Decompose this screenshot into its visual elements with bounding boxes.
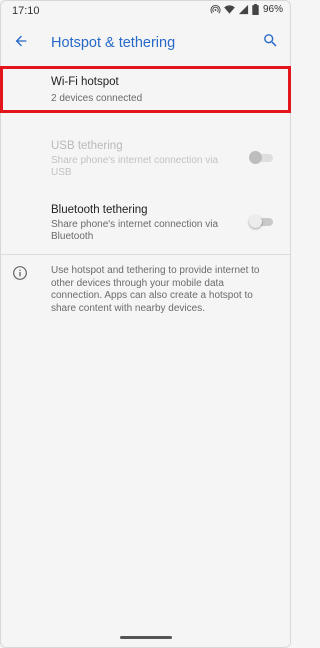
bluetooth-tethering-subtitle: Share phone's internet connection via Bl… <box>51 219 219 242</box>
status-icons: 96% <box>210 4 283 15</box>
usb-tethering-item: USB tethering Share phone's internet con… <box>0 135 291 185</box>
status-time: 17:10 <box>12 5 40 17</box>
status-bar: 17:10 96% <box>0 0 291 24</box>
info-text: Use hotspot and tethering to provide int… <box>51 265 260 314</box>
divider <box>0 254 291 255</box>
signal-icon <box>238 4 249 15</box>
search-icon <box>262 32 279 54</box>
wifi-icon <box>224 4 235 15</box>
usb-tethering-title: USB tethering <box>51 140 123 152</box>
toggle-thumb <box>249 215 262 228</box>
gesture-nav-handle[interactable] <box>120 636 172 639</box>
back-button[interactable] <box>10 32 32 54</box>
bluetooth-tethering-title: Bluetooth tethering <box>51 204 148 216</box>
arrow-back-icon <box>13 33 29 54</box>
wifi-hotspot-subtitle: 2 devices connected <box>51 93 143 104</box>
battery-icon <box>252 4 259 15</box>
bluetooth-tethering-item[interactable]: Bluetooth tethering Share phone's intern… <box>0 200 291 250</box>
hotspot-icon <box>210 4 221 15</box>
toggle-thumb <box>249 151 262 164</box>
search-button[interactable] <box>259 32 281 54</box>
page-title: Hotspot & tethering <box>51 35 176 51</box>
app-bar: Hotspot & tethering <box>0 24 291 64</box>
bluetooth-tethering-toggle[interactable] <box>249 215 273 228</box>
wifi-hotspot-title: Wi-Fi hotspot <box>51 76 119 88</box>
usb-tethering-toggle <box>249 151 273 164</box>
usb-tethering-subtitle: Share phone's internet connection via US… <box>51 155 219 178</box>
info-icon <box>12 265 28 281</box>
battery-percentage: 96% <box>262 4 283 15</box>
wifi-hotspot-item[interactable]: Wi-Fi hotspot 2 devices connected <box>0 66 291 113</box>
